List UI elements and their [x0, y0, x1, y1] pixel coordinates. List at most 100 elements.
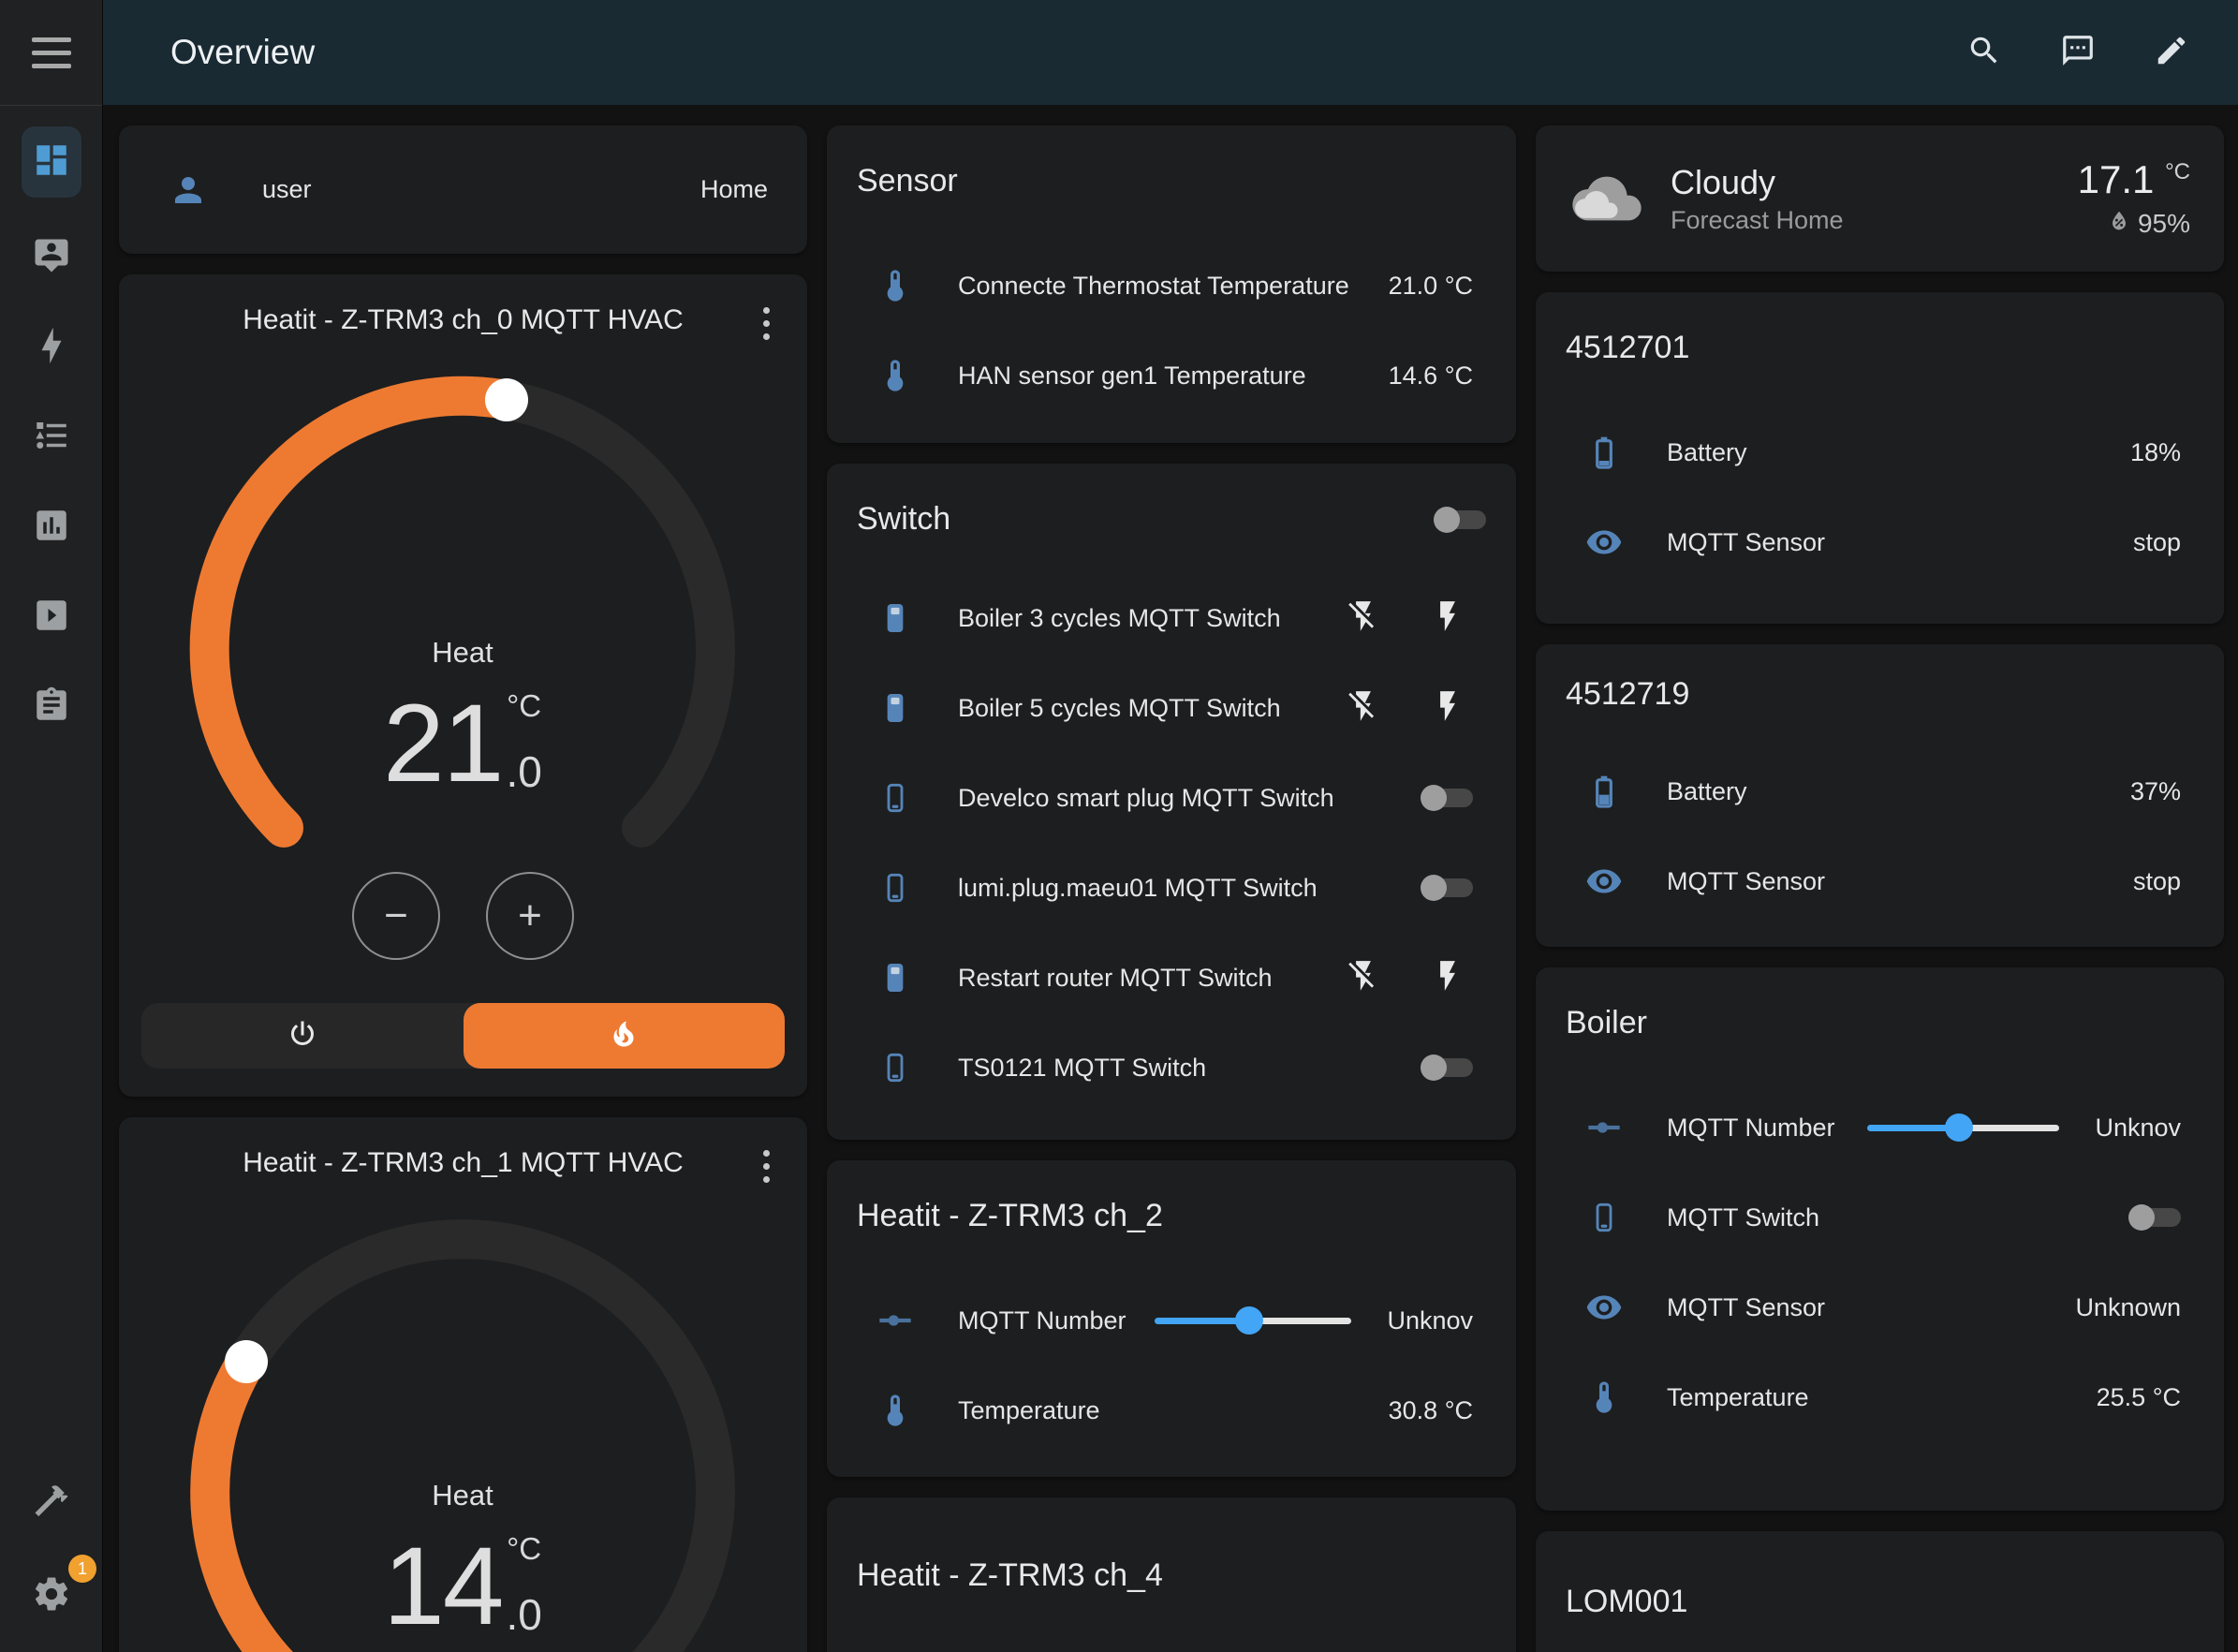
thermostat-title: Heatit - Z-TRM3 ch_0 MQTT HVAC — [119, 274, 807, 336]
main-area: Overview user Home Heatit - Z-TRM3 ch_0 … — [103, 0, 2238, 1652]
weather-subtitle: Forecast Home — [1671, 206, 2078, 235]
entity-row-battery[interactable]: Battery 37% — [1536, 746, 2224, 836]
entity-value: 18% — [2130, 438, 2181, 467]
edit-dashboard-icon[interactable] — [2154, 33, 2189, 73]
eye-icon — [1585, 863, 1623, 900]
entity-label: Connecte Thermostat Temperature — [958, 272, 1372, 301]
entity-toggle[interactable] — [1421, 1055, 1473, 1081]
switch-group-toggle[interactable] — [1434, 507, 1486, 533]
card-title: Sensor — [827, 125, 1516, 207]
assist-chat-icon[interactable] — [2060, 33, 2096, 73]
notification-badge: 1 — [68, 1555, 96, 1583]
entity-label: Develco smart plug MQTT Switch — [958, 784, 1421, 813]
thermometer-icon — [1585, 1379, 1623, 1416]
sidebar-item-map[interactable] — [22, 228, 81, 288]
entity-value: 14.6 °C — [1389, 361, 1473, 391]
sidebar-item-todo[interactable] — [22, 677, 81, 737]
eye-icon — [1585, 1289, 1623, 1326]
temp-decimal: .0 — [506, 1589, 541, 1640]
search-icon[interactable] — [1966, 33, 2002, 73]
sidebar-item-dashboard[interactable] — [22, 126, 81, 198]
device-4512701-card: 4512701 Battery 18% MQTT Sensor stop — [1536, 292, 2224, 624]
flash-icon[interactable] — [1430, 958, 1465, 998]
entity-row-han-sensor-temperature[interactable]: HAN sensor gen1 Temperature 14.6 °C — [827, 331, 1516, 420]
more-options-icon[interactable] — [747, 1145, 785, 1187]
weather-summary: Cloudy Forecast Home — [1671, 163, 2078, 235]
hammer-icon — [32, 1481, 71, 1525]
mode-heat-button[interactable] — [464, 1003, 786, 1069]
entity-row-boiler-5-cycles[interactable]: Boiler 5 cycles MQTT Switch — [827, 663, 1516, 753]
user-location: Home — [700, 175, 768, 204]
entity-row-lumi-plug[interactable]: lumi.plug.maeu01 MQTT Switch — [827, 843, 1516, 933]
entity-row-temperature[interactable]: Temperature 25.5 °C — [1536, 1352, 2224, 1442]
card-title: LOM001 — [1536, 1531, 2224, 1628]
entity-row-battery[interactable]: Battery 18% — [1536, 407, 2224, 497]
entity-label: Boiler 5 cycles MQTT Switch — [958, 694, 1346, 723]
sidebar-item-history[interactable] — [22, 497, 81, 557]
mode-off-button[interactable] — [141, 1003, 464, 1069]
entity-toggle[interactable] — [2128, 1204, 2181, 1231]
page-title: Overview — [170, 33, 1966, 72]
thermometer-icon — [876, 267, 914, 304]
number-slider[interactable] — [1867, 1114, 2059, 1141]
list-icon — [32, 416, 71, 460]
flash-icon[interactable] — [1430, 688, 1465, 729]
menu-icon[interactable] — [0, 0, 102, 105]
heatit-ch2-card: Heatit - Z-TRM3 ch_2 MQTT Number Unknov … — [827, 1160, 1516, 1477]
lightning-bolt-icon — [32, 326, 71, 370]
entity-label: Restart router MQTT Switch — [958, 964, 1346, 993]
entity-label: MQTT Sensor — [1667, 867, 2116, 896]
hvac-action-label: Heat — [172, 1479, 753, 1512]
sidebar-item-energy[interactable] — [22, 317, 81, 377]
more-options-icon[interactable] — [747, 302, 785, 344]
entity-row-mqtt-switch[interactable]: MQTT Switch — [1536, 1173, 2224, 1262]
entity-label: MQTT Sensor — [1667, 1293, 2058, 1322]
entity-row-connecte-thermostat-temperature[interactable]: Connecte Thermostat Temperature 21.0 °C — [827, 241, 1516, 331]
boiler-card: Boiler MQTT Number Unknov MQTT Switch — [1536, 967, 2224, 1511]
sidebar-item-logbook[interactable] — [22, 407, 81, 467]
entity-row-develco-smart-plug[interactable]: Develco smart plug MQTT Switch — [827, 753, 1516, 843]
entity-row-mqtt-sensor[interactable]: MQTT Sensor stop — [1536, 836, 2224, 926]
card-title: 4512701 — [1536, 292, 2224, 374]
home-assistant-app: 1 Overview user Home — [0, 0, 2238, 1652]
entity-row-mqtt-sensor[interactable]: MQTT Sensor stop — [1536, 497, 2224, 587]
target-temperature: 21 °C .0 — [172, 688, 753, 799]
card-title: Switch — [857, 501, 1434, 538]
entity-row-mqtt-number[interactable]: MQTT Number Unknov — [1536, 1083, 2224, 1173]
dial-handle — [225, 1340, 268, 1383]
entity-row-mqtt-sensor[interactable]: MQTT Sensor Unknown — [1536, 1262, 2224, 1352]
toggle-switch-icon — [876, 959, 914, 996]
sidebar-item-media[interactable] — [22, 587, 81, 647]
entity-value: 37% — [2130, 777, 2181, 806]
entity-row-ts0121[interactable]: TS0121 MQTT Switch — [827, 1023, 1516, 1113]
number-slider[interactable] — [1155, 1307, 1351, 1334]
sidebar-item-settings[interactable]: 1 — [22, 1566, 81, 1626]
toggle-switch-off-icon — [876, 779, 914, 817]
entity-row-mqtt-number[interactable]: MQTT Number Unknov — [827, 1276, 1516, 1365]
entity-row-boiler-3-cycles[interactable]: Boiler 3 cycles MQTT Switch — [827, 573, 1516, 663]
weather-card[interactable]: Cloudy Forecast Home 17.1 °C 95% — [1536, 125, 2224, 272]
sidebar-items — [0, 105, 102, 737]
card-title: 4512719 — [1536, 644, 2224, 720]
entity-label: Battery — [1667, 438, 2113, 467]
flash-off-icon[interactable] — [1346, 598, 1381, 639]
user-name: user — [262, 175, 700, 204]
column-1: user Home Heatit - Z-TRM3 ch_0 MQTT HVAC… — [119, 125, 807, 1631]
user-card[interactable]: user Home — [119, 125, 807, 254]
increase-temp-button[interactable]: + — [486, 872, 574, 960]
decrease-temp-button[interactable]: − — [352, 872, 440, 960]
toggle-switch-off-icon — [876, 869, 914, 907]
sidebar-item-developer-tools[interactable] — [22, 1472, 81, 1532]
entity-toggle[interactable] — [1421, 785, 1473, 811]
battery-low-icon — [1585, 434, 1623, 471]
flash-off-icon[interactable] — [1346, 958, 1381, 998]
entity-row-temperature[interactable]: Temperature 30.8 °C — [827, 1365, 1516, 1455]
entity-row-restart-router[interactable]: Restart router MQTT Switch — [827, 933, 1516, 1023]
flash-icon[interactable] — [1430, 598, 1465, 639]
weather-humidity: 95% — [2138, 209, 2190, 239]
toggle-switch-icon — [876, 689, 914, 727]
account-icon — [169, 170, 208, 210]
weather-metrics: 17.1 °C 95% — [2078, 157, 2190, 241]
flash-off-icon[interactable] — [1346, 688, 1381, 729]
entity-toggle[interactable] — [1421, 875, 1473, 901]
